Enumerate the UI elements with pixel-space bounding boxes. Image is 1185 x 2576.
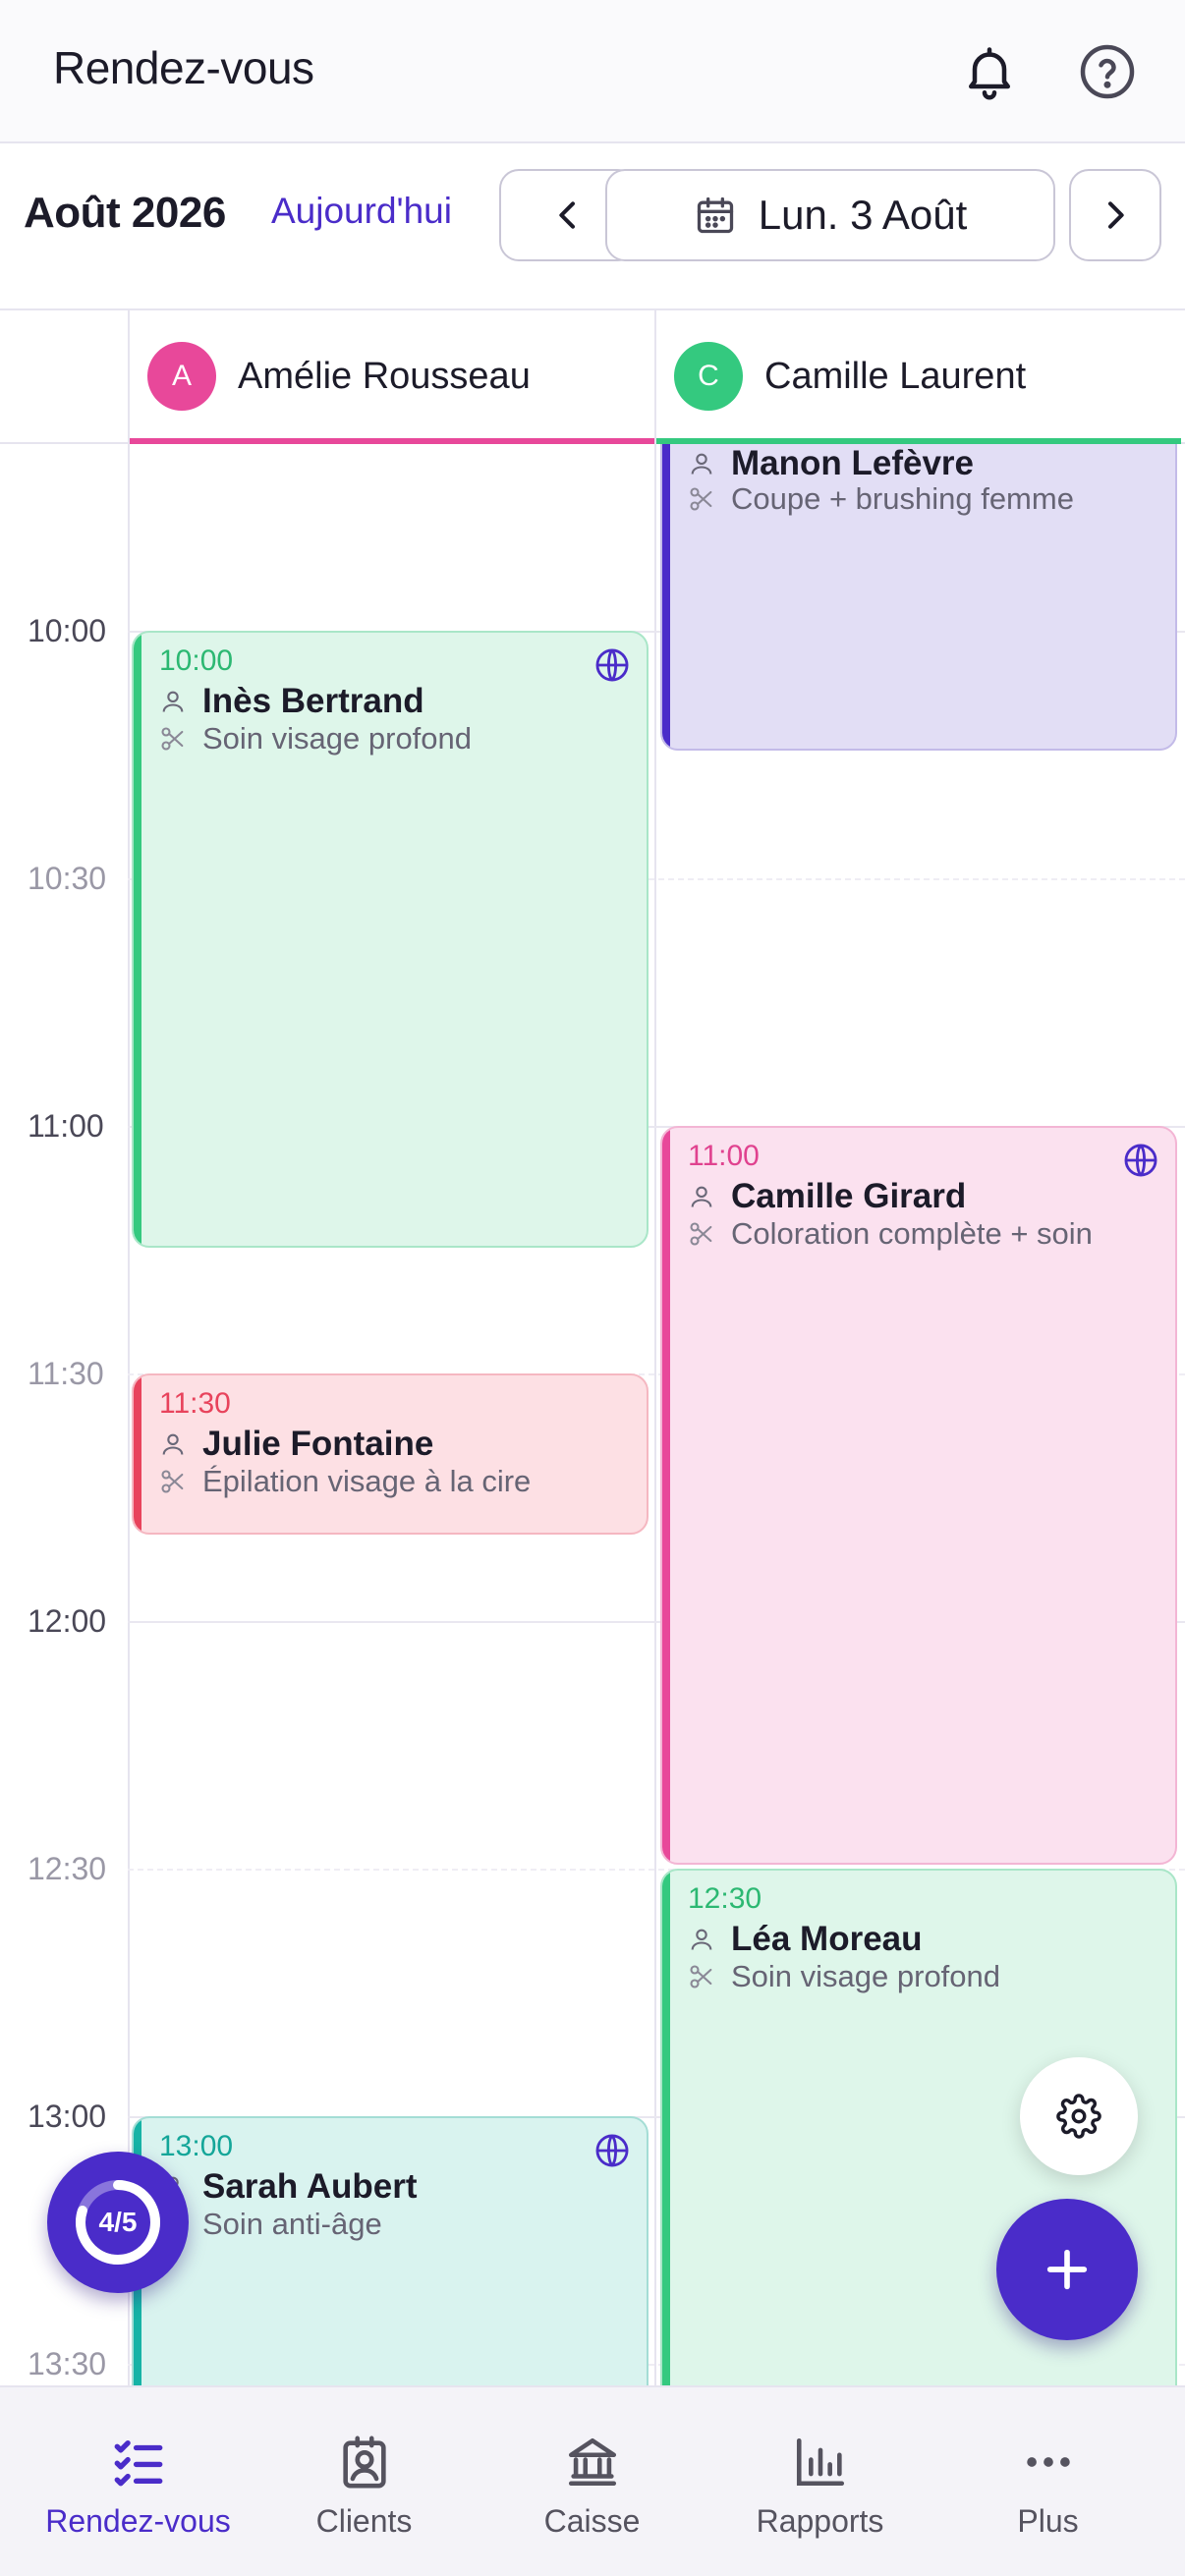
appointment-time: 12:30 bbox=[688, 1882, 762, 1915]
bank-icon bbox=[568, 2437, 616, 2487]
scissors-icon bbox=[161, 727, 184, 751]
staff-name: Camille Laurent bbox=[764, 355, 1027, 397]
time-label: 12:00 bbox=[28, 1603, 107, 1639]
time-label: 11:30 bbox=[28, 1356, 104, 1391]
plus-icon bbox=[1046, 2249, 1088, 2290]
client-name: Inès Bertrand bbox=[202, 682, 424, 720]
nav-label: Clients bbox=[315, 2503, 413, 2539]
nav-rendez-vous[interactable]: Rendez-vous bbox=[20, 2387, 256, 2576]
appointment-card[interactable]: Manon Lefèvre Coupe + brushing femme bbox=[660, 444, 1177, 751]
service-name: Soin anti-âge bbox=[202, 2207, 382, 2241]
appointment-card[interactable]: 11:30 Julie Fontaine Épilation visage à … bbox=[132, 1373, 649, 1535]
nav-label: Rendez-vous bbox=[45, 2503, 231, 2539]
calendar-icon bbox=[697, 196, 733, 234]
bar-chart-icon bbox=[796, 2437, 844, 2487]
user-icon bbox=[162, 1433, 184, 1455]
today-button[interactable]: Aujourd'hui bbox=[271, 191, 452, 232]
scissors-icon bbox=[161, 1470, 184, 1493]
bell-icon[interactable] bbox=[955, 37, 1024, 106]
avatar: A bbox=[147, 342, 216, 411]
contact-card-icon bbox=[342, 2436, 386, 2489]
date-toolbar: Août 2026 Aujourd'hui Lun. 3 Août bbox=[0, 145, 1185, 310]
appointment-color-bar bbox=[662, 1128, 670, 1863]
staff-header: A Amélie Rousseau C Camille Laurent bbox=[0, 310, 1185, 444]
client-name: Léa Moreau bbox=[731, 1920, 923, 1958]
time-label: 13:00 bbox=[28, 2099, 107, 2134]
user-icon bbox=[691, 453, 712, 475]
chevron-right-icon bbox=[1108, 201, 1124, 229]
scissors-icon bbox=[690, 1965, 712, 1988]
next-day-button[interactable] bbox=[1069, 169, 1161, 261]
nav-clients[interactable]: Clients bbox=[246, 2387, 482, 2576]
staff-column-amelie[interactable]: A Amélie Rousseau bbox=[130, 310, 654, 444]
column-divider bbox=[654, 444, 656, 2385]
appointment-color-bar bbox=[662, 1871, 670, 2385]
date-picker-button[interactable]: Lun. 3 Août bbox=[605, 169, 1055, 261]
progress-button[interactable]: 4/5 bbox=[47, 2152, 189, 2293]
current-month: Août 2026 bbox=[24, 189, 226, 237]
client-name: Camille Girard bbox=[731, 1177, 967, 1215]
scissors-icon bbox=[690, 1222, 712, 1246]
staff-column-camille[interactable]: C Camille Laurent bbox=[656, 310, 1185, 444]
time-label: 10:00 bbox=[28, 613, 107, 648]
appointment-color-bar bbox=[134, 1375, 141, 1533]
appointment-time: 11:00 bbox=[688, 1140, 760, 1172]
user-icon bbox=[691, 1186, 712, 1207]
help-icon[interactable] bbox=[1073, 37, 1142, 106]
nav-plus[interactable]: Plus bbox=[930, 2387, 1166, 2576]
service-name: Épilation visage à la cire bbox=[202, 1464, 532, 1498]
time-label: 10:30 bbox=[28, 861, 107, 896]
time-label: 12:30 bbox=[28, 1851, 107, 1886]
page-title: Rendez-vous bbox=[53, 42, 314, 93]
staff-name: Amélie Rousseau bbox=[238, 355, 531, 397]
service-name: Soin visage profond bbox=[202, 721, 473, 756]
avatar: C bbox=[674, 342, 743, 411]
appointment-card[interactable]: 13:00 Sarah Aubert Soin anti-âge bbox=[132, 2116, 649, 2385]
nav-rapports[interactable]: Rapports bbox=[702, 2387, 938, 2576]
nav-label: Rapports bbox=[756, 2503, 884, 2539]
client-name: Julie Fontaine bbox=[202, 1425, 434, 1463]
add-appointment-button[interactable] bbox=[996, 2199, 1138, 2340]
nav-caisse[interactable]: Caisse bbox=[474, 2387, 710, 2576]
time-label: 11:00 bbox=[28, 1108, 104, 1144]
service-name: Coloration complète + soin bbox=[731, 1216, 1093, 1251]
appointment-time: 13:00 bbox=[159, 2130, 234, 2162]
bottom-navigation: Rendez-vous Clients Caisse Rapports Plus bbox=[0, 2385, 1185, 2576]
progress-label: 4/5 bbox=[98, 2207, 138, 2237]
appointment-color-bar bbox=[662, 444, 670, 749]
settings-button[interactable] bbox=[1020, 2057, 1138, 2175]
checklist-icon bbox=[114, 2440, 162, 2487]
nav-label: Plus bbox=[1017, 2503, 1079, 2539]
client-name: Sarah Aubert bbox=[202, 2167, 418, 2206]
user-icon bbox=[162, 691, 184, 712]
gear-icon bbox=[1056, 2094, 1101, 2139]
appointment-color-bar bbox=[134, 633, 141, 1246]
appointment-card[interactable]: 10:00 Inès Bertrand Soin visage profond bbox=[132, 631, 649, 1248]
globe-icon bbox=[595, 2134, 629, 2167]
user-icon bbox=[691, 1929, 712, 1950]
client-name: Manon Lefèvre bbox=[731, 444, 974, 482]
service-name: Coupe + brushing femme bbox=[731, 481, 1074, 516]
more-icon bbox=[1026, 2457, 1070, 2467]
selected-date: Lun. 3 Août bbox=[758, 192, 968, 238]
scissors-icon bbox=[690, 487, 712, 511]
globe-icon bbox=[1124, 1144, 1157, 1177]
globe-icon bbox=[595, 648, 629, 682]
chevron-left-icon bbox=[559, 201, 575, 229]
app-header: Rendez-vous bbox=[0, 0, 1185, 143]
appointment-card[interactable]: 11:00 Camille Girard Coloration complète… bbox=[660, 1126, 1177, 1865]
appointment-time: 10:00 bbox=[159, 644, 234, 677]
time-label: 13:30 bbox=[28, 2346, 107, 2381]
gutter-divider bbox=[128, 444, 130, 2385]
service-name: Soin visage profond bbox=[731, 1959, 1001, 1993]
nav-label: Caisse bbox=[543, 2503, 641, 2539]
schedule-grid[interactable]: 10:00 10:30 11:00 11:30 12:00 12:30 13:0… bbox=[0, 444, 1185, 2385]
appointment-time: 11:30 bbox=[159, 1387, 231, 1420]
